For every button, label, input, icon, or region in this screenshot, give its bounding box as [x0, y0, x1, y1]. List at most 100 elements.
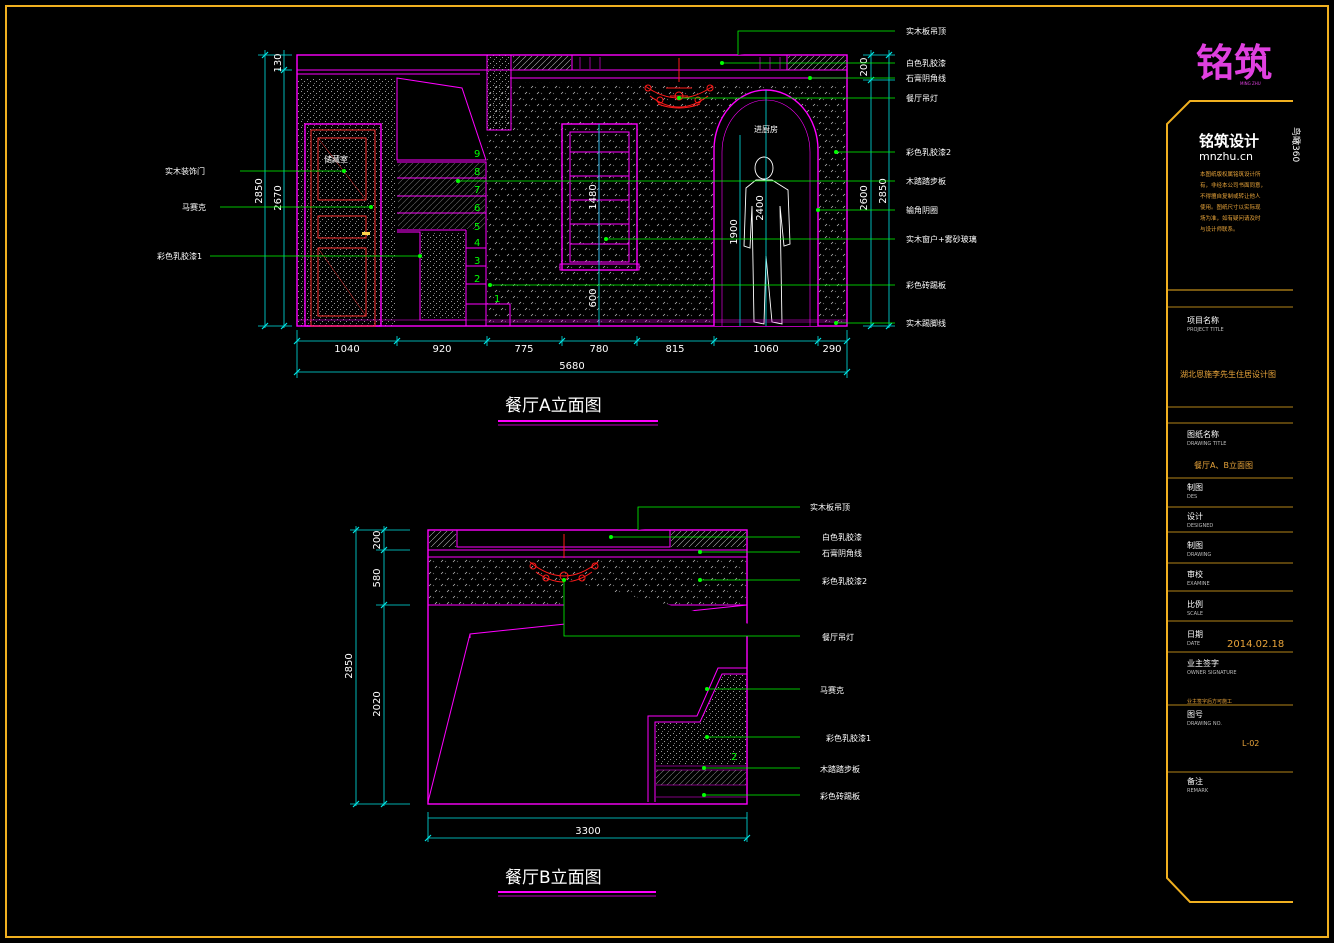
svg-text:使用。图纸尺寸以实际现: 使用。图纸尺寸以实际现 [1200, 203, 1261, 211]
callout-a-paint2: 彩色乳胶漆2 [906, 147, 951, 157]
title-block: 铭筑 MING ZHU 铭筑设计 mnzhu.cn 鸟瞰360 本图纸版权属铭筑… [1166, 40, 1302, 903]
dim-b-left-2: 580 [372, 568, 383, 587]
tb-scale-label: 比例 [1187, 599, 1203, 609]
elevation-a: 1040 920 775 780 8 1 5 1060 290 5680 130 2… [157, 26, 977, 426]
dim-a-bottom-2: 920 [432, 344, 451, 355]
svg-text:有，非经本公司书面同意，: 有，非经本公司书面同意， [1200, 181, 1266, 189]
tb-designed-label: 设计 [1187, 511, 1203, 521]
tb-date-value: 2014.02.18 [1227, 639, 1284, 650]
svg-text:3: 3 [474, 256, 480, 267]
tb-date-sub: DATE [1187, 641, 1200, 647]
elevation-b-stair-slat-hatch [656, 770, 746, 785]
elevation-b: 200 580 2850 2020 3300 2 实木板吊顶 白色乳胶漆 石膏阴… [344, 502, 871, 897]
dim-a-bottom-4: 780 [589, 344, 608, 355]
callout-a-chandelier: 餐厅吊灯 [906, 93, 938, 103]
ceiling-hatch-left [513, 56, 571, 70]
callout-a-tile-kick: 彩色砖踢板 [906, 280, 946, 290]
elevation-a-title: 餐厅A立面图 [505, 396, 602, 416]
dim-a-bottom-3: 775 [514, 344, 533, 355]
tb-drawing-label: 图纸名称 [1187, 429, 1219, 439]
callout-b-mosaic: 马赛克 [820, 685, 844, 695]
callout-b-paint2: 彩色乳胶漆2 [822, 576, 867, 586]
cornice-profile [297, 73, 847, 79]
callout-a-stair-board: 木踏踏步板 [906, 176, 946, 186]
callout-b-ceiling: 实木板吊顶 [810, 502, 850, 512]
tb-drawing-value: 餐厅A、B立面图 [1194, 460, 1253, 470]
callout-a-window: 实木窗户+雾砂玻璃 [906, 234, 977, 244]
dim-a-inner-4: 1900 [729, 219, 740, 244]
callout-a-ceiling: 实木板吊顶 [906, 26, 946, 36]
tb-remark-label: 备注 [1187, 776, 1203, 786]
svg-text:与设计师联系。: 与设计师联系。 [1200, 225, 1239, 233]
dim-a-right-3: 2850 [878, 178, 889, 203]
svg-text:4: 4 [474, 238, 480, 249]
dim-a-right-1: 200 [859, 57, 870, 76]
stair-tread-hatch [398, 163, 485, 229]
dim-a-bottom-7: 290 [822, 344, 841, 355]
tb-drawn-label: 制图 [1187, 540, 1203, 550]
svg-text:场为准，如有疑问请及时: 场为准，如有疑问请及时 [1200, 214, 1261, 222]
dim-a-right-2: 2600 [859, 185, 870, 210]
callout-a-mosaic: 马赛克 [182, 202, 206, 212]
brand-side: 鸟瞰360 [1290, 127, 1302, 162]
callout-a-door: 实木装饰门 [165, 166, 205, 176]
svg-text:6: 6 [474, 203, 480, 214]
callout-b-white-paint: 白色乳胶漆 [822, 532, 862, 542]
dim-a-inner-2: 600 [588, 288, 599, 307]
dim-a-bottom-1: 1040 [334, 344, 359, 355]
callout-b-tile-kick: 彩色砖踢板 [820, 791, 860, 801]
dim-b-left-4: 2020 [372, 691, 383, 716]
tb-number-label: 图号 [1187, 710, 1203, 719]
callout-b-stair-board: 木踏踏步板 [820, 764, 860, 774]
callout-a-white-paint: 白色乳胶漆 [906, 58, 946, 68]
callout-a-paint1: 彩色乳胶漆1 [157, 251, 202, 261]
tb-project-sub: PROJECT TITLE [1187, 327, 1224, 333]
stair-soffit [396, 77, 487, 161]
tb-remark-sub: REMARK [1187, 788, 1209, 794]
tb-owner-sub: OWNER SIGNATURE [1187, 670, 1237, 676]
tb-designed-sub: DESIGNED [1187, 523, 1213, 529]
svg-text:9: 9 [474, 149, 480, 160]
brand-title: 铭筑设计 [1199, 132, 1259, 150]
title-block-notes: 本图纸版权属铭筑设计所 有，非经本公司书面同意， 不得擅自复制或转让他人 使用。… [1200, 170, 1266, 233]
callout-b-cornice: 石膏阴角线 [822, 548, 862, 558]
tb-project-value: 湖北恩施李先生住居设计图 [1180, 369, 1276, 379]
callout-b-chandelier: 餐厅吊灯 [822, 632, 854, 642]
stair-mosaic [420, 232, 465, 318]
svg-text:2: 2 [474, 274, 480, 285]
tb-number-value: L-02 [1242, 739, 1259, 748]
room-label-storage: 储藏室 [324, 154, 348, 164]
svg-text:5: 5 [474, 222, 480, 233]
tb-owner-value: 业主签字后方可施工 [1187, 698, 1232, 705]
svg-text:不得擅自复制或转让他人: 不得擅自复制或转让他人 [1200, 192, 1261, 200]
elevation-b-ceiling-hatch-r [671, 531, 746, 547]
svg-text:1: 1 [494, 294, 500, 305]
callout-b-paint1: 彩色乳胶漆1 [826, 733, 871, 743]
svg-text:7: 7 [474, 185, 480, 196]
svg-text:8: 8 [474, 167, 480, 178]
dim-b-total: 3300 [575, 826, 600, 837]
tb-des-label: 制图 [1187, 482, 1203, 492]
dim-a-left-2: 2850 [254, 178, 265, 203]
logo-text: 铭筑 [1196, 40, 1272, 85]
elevation-b-stair-number: 2 [731, 752, 737, 763]
tb-drawing-sub: DRAWING TITLE [1187, 441, 1226, 447]
svg-text:本图纸版权属铭筑设计所: 本图纸版权属铭筑设计所 [1200, 170, 1261, 178]
cad-drawing-canvas: 1040 920 775 780 8 1 5 1060 290 5680 130 2… [5, 5, 1329, 938]
tb-scale-sub: SCALE [1187, 611, 1203, 617]
tb-drawn-sub: DRAWING [1187, 552, 1211, 558]
dim-a-left-1: 130 [273, 53, 284, 72]
tb-number-sub: DRAWING NO. [1187, 721, 1222, 727]
dim-a-inner-1: 1480 [588, 184, 599, 209]
tb-examine-sub: EXAMINE [1187, 581, 1210, 587]
dim-a-inner-3: 2400 [755, 195, 766, 220]
tb-owner-label: 业主签字 [1187, 658, 1219, 668]
dim-a-total: 5680 [559, 361, 584, 372]
elevation-b-title: 餐厅B立面图 [505, 868, 602, 888]
callout-a-arch: 输角阴圈 [906, 205, 938, 215]
tb-date-label: 日期 [1187, 630, 1203, 639]
dim-b-left-3: 2850 [344, 653, 355, 678]
elevation-b-ceiling-hatch-l [429, 531, 456, 547]
tb-examine-label: 审校 [1187, 569, 1203, 579]
dim-a-bottom-6: 1060 [753, 344, 778, 355]
